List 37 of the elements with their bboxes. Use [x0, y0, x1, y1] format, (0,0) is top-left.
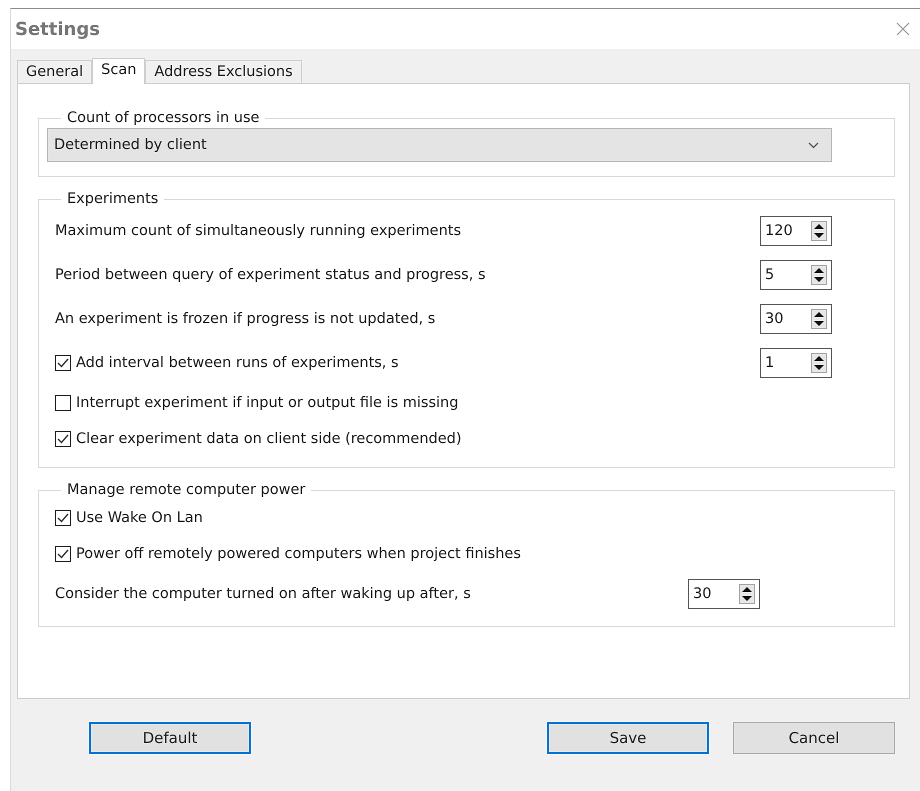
- number-field[interactable]: 1: [760, 348, 832, 378]
- checkbox-label: Clear experiment data on client side (recommended): [76, 431, 462, 447]
- checkbox[interactable]: [55, 395, 71, 411]
- dropdown[interactable]: Determined by client: [47, 128, 832, 162]
- checkbox[interactable]: [55, 546, 71, 562]
- checkbox[interactable]: [55, 510, 71, 526]
- tab[interactable]: Address Exclusions: [145, 60, 302, 83]
- checkbox-label: Power off remotely powered computers when project finishes: [76, 546, 521, 562]
- setting-label: Maximum count of simultaneously running experiments: [55, 223, 461, 239]
- checkbox[interactable]: [55, 431, 71, 447]
- dialog-button[interactable]: Save: [547, 722, 709, 754]
- tab[interactable]: General: [17, 60, 92, 83]
- up-down-arrows-icon[interactable]: [811, 353, 827, 373]
- dialog-button[interactable]: Default: [89, 722, 251, 754]
- group-title: Count of processors in use: [66, 110, 260, 126]
- up-down-arrows-icon[interactable]: [739, 584, 755, 604]
- chevron-down-icon: [808, 142, 819, 148]
- setting-label: An experiment is frozen if progress is not updated, s: [55, 311, 436, 327]
- checkbox[interactable]: [55, 355, 71, 371]
- close-icon[interactable]: [896, 22, 910, 36]
- number-field[interactable]: 120: [760, 216, 832, 246]
- number-field[interactable]: 5: [760, 260, 832, 290]
- up-down-arrows-icon[interactable]: [811, 221, 827, 241]
- up-down-arrows-icon[interactable]: [811, 265, 827, 285]
- number-field[interactable]: 30: [688, 579, 760, 609]
- checkbox-label: Add interval between runs of experiments, s: [76, 355, 399, 371]
- dialog-button[interactable]: Cancel: [733, 722, 895, 754]
- checkbox-label: Interrupt experiment if input or output file is missing: [76, 395, 458, 411]
- setting-label: Consider the computer turned on after waking up after, s: [55, 586, 471, 602]
- group-title: Manage remote computer power: [66, 482, 306, 498]
- number-field[interactable]: 30: [760, 304, 832, 334]
- setting-label: Period between query of experiment status and progress, s: [55, 267, 486, 283]
- tab[interactable]: Scan: [92, 58, 146, 84]
- group-title: Experiments: [66, 191, 160, 207]
- checkbox-label: Use Wake On Lan: [76, 510, 203, 526]
- window-title: Settings: [15, 18, 100, 40]
- up-down-arrows-icon[interactable]: [811, 309, 827, 329]
